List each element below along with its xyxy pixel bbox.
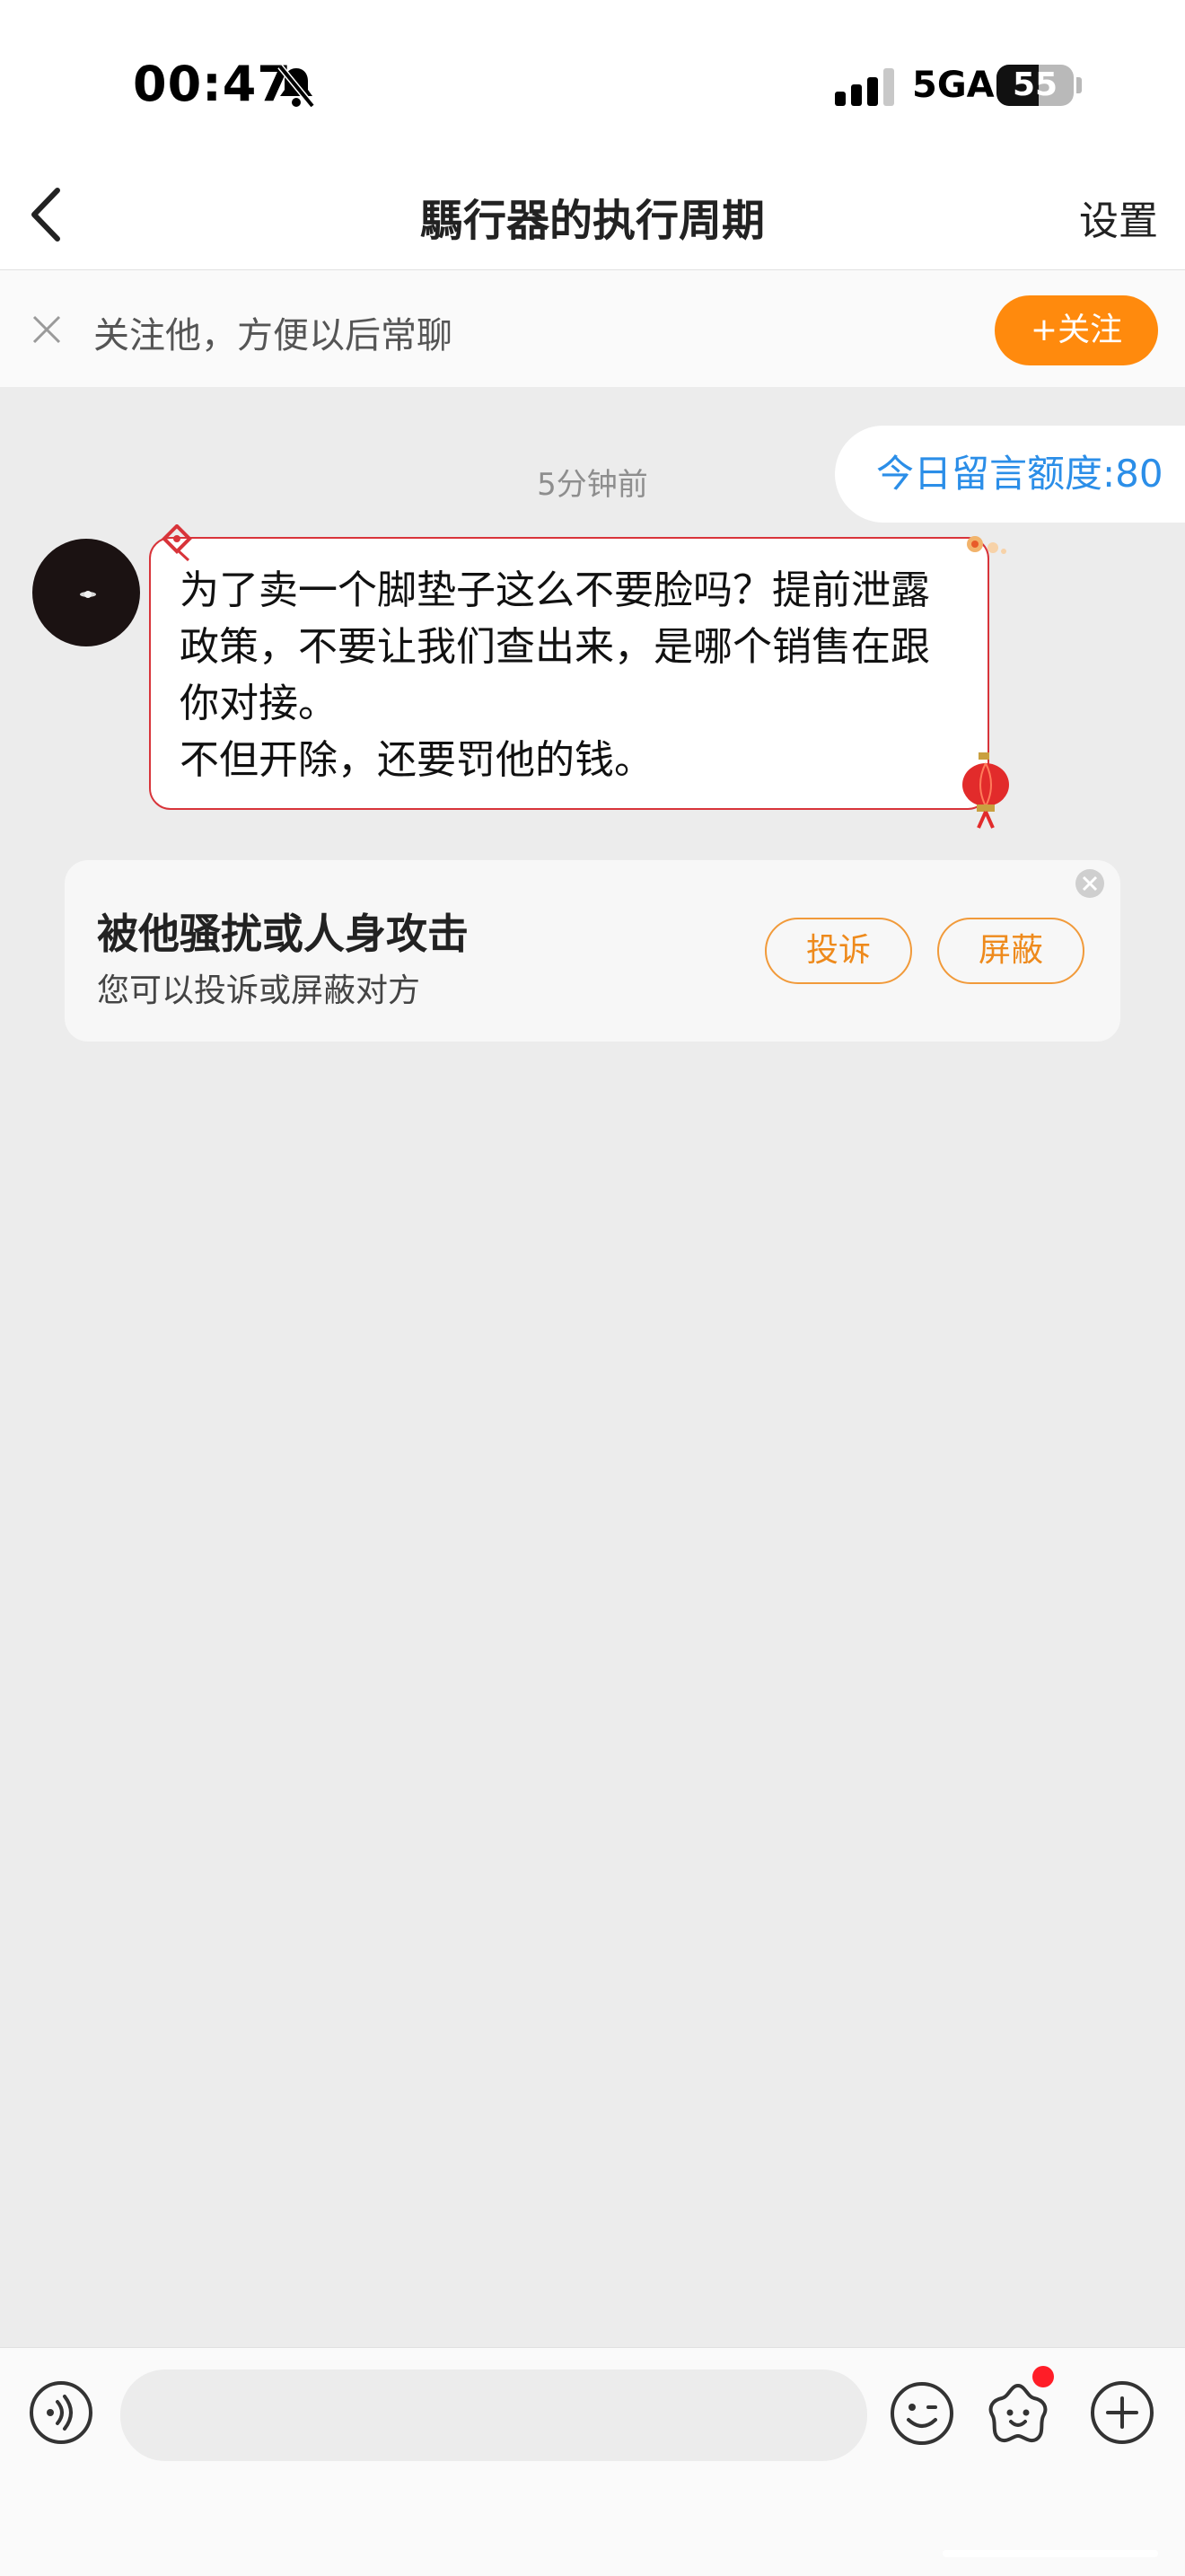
message-text: 为了卖一个脚垫子这么不要脸吗？提前泄露政策，不要让我们查出来，是哪个销售在跟你对… — [180, 567, 930, 783]
follow-hint-text: 关注他，方便以后常聊 — [93, 315, 452, 356]
message-bubble[interactable]: 为了卖一个脚垫子这么不要脸吗？提前泄露政策，不要让我们查出来，是哪个销售在跟你对… — [149, 537, 989, 810]
message-timestamp: 5分钟前 — [537, 467, 648, 503]
voice-icon[interactable] — [29, 2380, 93, 2445]
emoji-icon[interactable] — [889, 2380, 955, 2447]
avatar-planet-icon — [80, 591, 96, 598]
status-bar: 00:47 5GA 55 — [0, 0, 1185, 162]
battery-icon: 55 — [996, 65, 1074, 106]
sticker-icon[interactable] — [982, 2378, 1054, 2450]
settings-button[interactable]: 设置 — [1079, 189, 1158, 246]
chinese-knot-icon — [162, 524, 192, 562]
follow-button[interactable]: +关注 — [995, 295, 1158, 365]
message-input[interactable] — [120, 2369, 867, 2461]
report-card-subtitle: 您可以投诉或屏蔽对方 — [97, 972, 421, 1009]
complain-button[interactable]: 投诉 — [765, 918, 912, 984]
home-indicator — [943, 2550, 1158, 2557]
nav-bar: 騳行器的执行周期 设置 — [0, 162, 1185, 270]
close-card-icon[interactable] — [1074, 867, 1106, 900]
plus-icon[interactable] — [1090, 2380, 1154, 2445]
block-button[interactable]: 屏蔽 — [937, 918, 1084, 984]
status-time: 00:47 — [133, 56, 292, 112]
follow-banner: 关注他，方便以后常聊 +关注 — [0, 270, 1185, 387]
notification-badge — [1032, 2366, 1054, 2387]
cellular-signal-icon — [835, 68, 894, 106]
harassment-report-card: 被他骚扰或人身攻击 您可以投诉或屏蔽对方 投诉 屏蔽 — [65, 860, 1120, 1042]
battery-percent: 55 — [1012, 66, 1058, 103]
avatar[interactable] — [32, 539, 140, 646]
close-icon[interactable] — [31, 313, 63, 346]
firework-flower-icon — [967, 536, 1006, 554]
network-type: 5GA — [912, 65, 995, 106]
red-lantern-icon — [962, 752, 1009, 829]
report-card-title: 被他骚扰或人身攻击 — [97, 910, 469, 958]
battery-tip — [1076, 77, 1082, 93]
bell-muted-icon — [277, 64, 315, 109]
input-bar — [0, 2347, 1185, 2576]
page-title: 騳行器的执行周期 — [419, 196, 765, 246]
